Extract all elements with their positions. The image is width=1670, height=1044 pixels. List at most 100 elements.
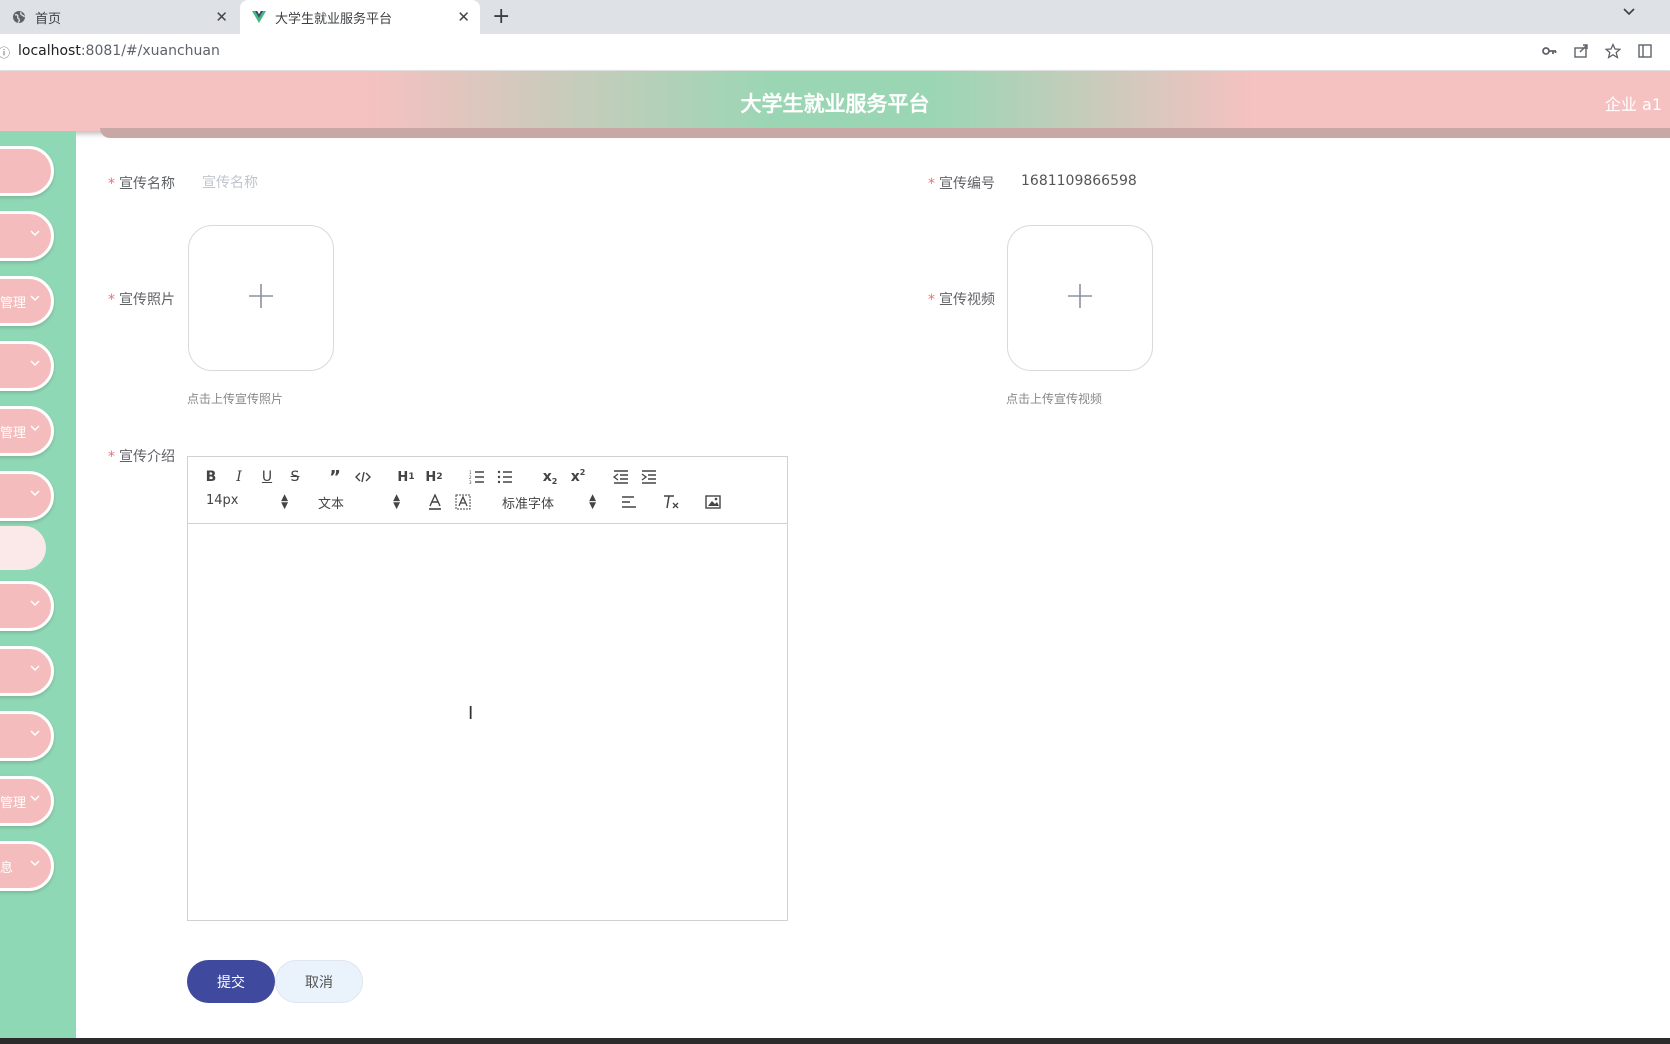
editor-content-area[interactable]: [188, 524, 787, 920]
sidebar-subitem[interactable]: [0, 526, 46, 570]
font-family-value: 标准字体: [502, 497, 555, 512]
sidebar-item-10[interactable]: 管理: [0, 776, 54, 826]
video-upload-hint: 点击上传宣传视频: [1006, 392, 1103, 406]
header-value: 文本: [318, 497, 345, 512]
sidebar-item-label: 管理: [0, 426, 27, 441]
sidebar-item-11[interactable]: 息: [0, 841, 54, 891]
share-icon[interactable]: [1572, 42, 1590, 60]
strikethrough-icon[interactable]: S: [286, 467, 304, 487]
field-label-video: * 宣传视频: [928, 289, 995, 309]
app-title: 大学生就业服务平台: [740, 92, 930, 116]
sidebar-item-label: 息: [0, 861, 14, 876]
ordered-list-icon[interactable]: 123: [468, 467, 486, 487]
close-tab-icon[interactable]: ✕: [215, 9, 228, 25]
italic-icon[interactable]: I: [230, 467, 248, 487]
url-path: :8081/#/xuanchuan: [80, 43, 220, 59]
browser-tab-active-title: 大学生就业服务平台: [275, 11, 393, 27]
key-icon[interactable]: [1540, 42, 1558, 60]
chevron-down-icon: [27, 660, 43, 676]
video-upload-button[interactable]: [1007, 225, 1153, 371]
chevron-down-icon: [27, 225, 43, 241]
superscript-icon[interactable]: x2: [568, 467, 588, 487]
app-header: 大学生就业服务平台 企业 a1: [0, 71, 1670, 131]
required-mark: *: [928, 176, 935, 192]
globe-icon: [12, 10, 26, 24]
browser-tab-active[interactable]: 大学生就业服务平台 ✕: [240, 0, 480, 34]
vue-logo-icon: [252, 10, 266, 24]
url-host: localhost: [18, 43, 81, 59]
background-color-icon[interactable]: [454, 492, 472, 512]
code-block-icon[interactable]: [354, 467, 372, 487]
sidebar-item-7[interactable]: [0, 581, 54, 631]
taskbar-strip: [0, 1038, 1670, 1044]
chevron-down-icon: [27, 485, 43, 501]
browser-tab-home-title: 首页: [35, 11, 62, 27]
photo-upload-button[interactable]: [188, 225, 334, 371]
sidebar-item-2[interactable]: [0, 211, 54, 261]
plus-icon: [1067, 283, 1093, 313]
code-value: 1681109866598: [1021, 173, 1137, 189]
bullet-list-icon[interactable]: [496, 467, 514, 487]
indent-icon[interactable]: [640, 467, 658, 487]
underline-icon[interactable]: U: [258, 467, 276, 487]
tab-search-chevron-icon[interactable]: [1622, 4, 1636, 22]
select-arrows-icon: ▲ ▼: [393, 493, 400, 511]
font-size-select[interactable]: 14px ▲ ▼: [206, 493, 288, 513]
chevron-down-icon: [27, 290, 43, 306]
new-tab-plus-icon[interactable]: +: [492, 5, 510, 29]
outdent-icon[interactable]: [612, 467, 630, 487]
heading1-icon[interactable]: H1: [396, 467, 416, 487]
browser-tab-bar: 首页 ✕ 大学生就业服务平台 ✕ +: [0, 0, 1670, 34]
chevron-down-icon: [27, 420, 43, 436]
heading2-icon[interactable]: H2: [424, 467, 444, 487]
close-tab-icon[interactable]: ✕: [457, 9, 470, 25]
bold-icon[interactable]: B: [202, 467, 220, 487]
clear-format-icon[interactable]: [662, 492, 680, 512]
photo-label: 宣传照片: [119, 292, 175, 308]
name-label: 宣传名称: [119, 176, 175, 192]
chevron-down-icon: [27, 725, 43, 741]
required-mark: *: [108, 449, 115, 465]
chevron-down-icon: [27, 790, 43, 806]
font-color-icon[interactable]: [426, 492, 444, 512]
current-user[interactable]: 企业 a1: [1605, 91, 1662, 115]
sidebar-item-4[interactable]: [0, 341, 54, 391]
sidebar-item-3[interactable]: 管理: [0, 276, 54, 326]
video-label: 宣传视频: [939, 292, 995, 308]
browser-tab-home[interactable]: 首页 ✕: [0, 0, 238, 34]
chevron-down-icon: [27, 855, 43, 871]
address-bar[interactable]: ⓘ localhost:8081/#/xuanchuan: [0, 34, 1670, 71]
field-label-code: * 宣传编号: [928, 173, 995, 193]
text-cursor-icon: I: [468, 703, 474, 724]
font-family-select[interactable]: 标准字体 ▲ ▼: [502, 493, 596, 513]
bookmark-star-icon[interactable]: [1604, 42, 1622, 60]
sidebar-item-5[interactable]: 管理: [0, 406, 54, 456]
sidebar-item-label: 管理: [0, 796, 27, 811]
chevron-down-icon: [27, 355, 43, 371]
site-info-icon[interactable]: ⓘ: [0, 44, 10, 61]
sidebar-item-1[interactable]: [0, 146, 54, 196]
photo-upload-hint: 点击上传宣传照片: [187, 392, 284, 406]
image-icon[interactable]: [704, 492, 722, 512]
sidebar-item-9[interactable]: [0, 711, 54, 761]
field-label-name: * 宣传名称: [108, 173, 175, 193]
header-select[interactable]: 文本 ▲ ▼: [318, 493, 400, 513]
chevron-down-icon: [27, 595, 43, 611]
required-mark: *: [928, 292, 935, 308]
url-text[interactable]: localhost:8081/#/xuanchuan: [18, 43, 220, 59]
blockquote-icon[interactable]: ”: [326, 467, 344, 488]
cancel-button[interactable]: 取消: [275, 960, 363, 1003]
side-panel-icon[interactable]: [1636, 42, 1654, 60]
required-mark: *: [108, 292, 115, 308]
sidebar: 管理 管理 管理 息: [0, 131, 76, 1040]
sidebar-item-6[interactable]: [0, 471, 54, 521]
rich-text-editor: B I U S ” H1 H2 123 x2 x2 14px ▲ ▼ 文本 ▲ ▼: [187, 456, 788, 921]
svg-text:3: 3: [469, 480, 472, 484]
plus-icon: [248, 283, 274, 313]
submit-button[interactable]: 提交: [187, 960, 275, 1003]
align-left-icon[interactable]: [620, 492, 638, 512]
code-label: 宣传编号: [939, 176, 995, 192]
name-input[interactable]: [200, 172, 764, 194]
sidebar-item-8[interactable]: [0, 646, 54, 696]
subscript-icon[interactable]: x2: [540, 467, 560, 487]
